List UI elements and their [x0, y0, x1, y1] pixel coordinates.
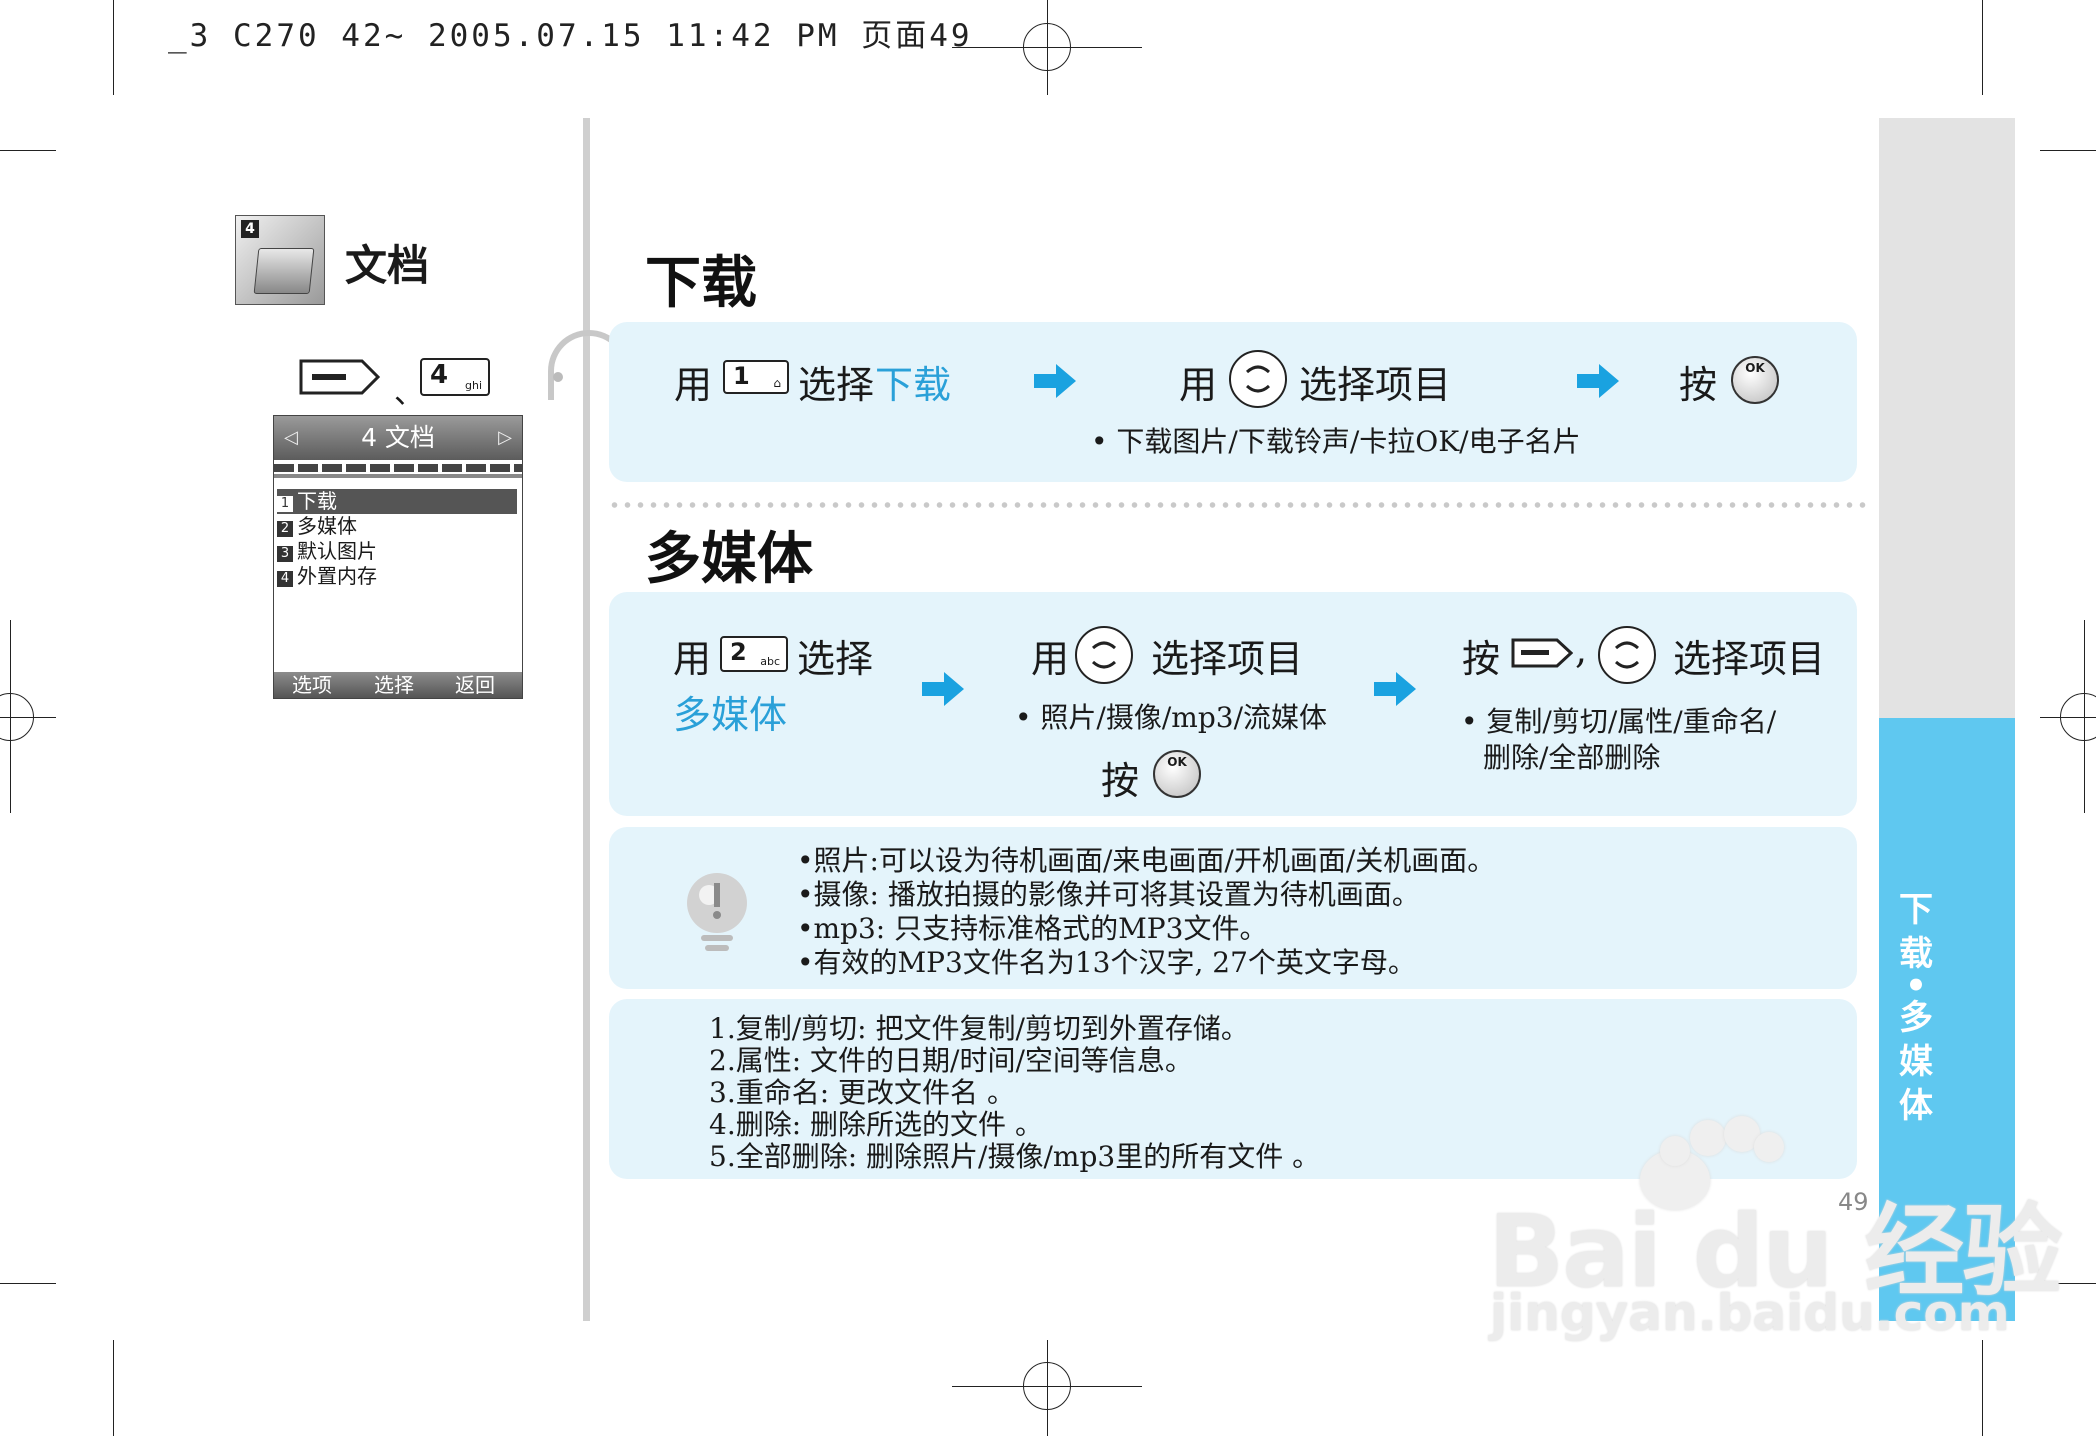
side-tab-label: 下 载 • 多 媒 体 [1899, 890, 1933, 1126]
mm-step2-bullet: • 照片/摄像/mp3/流媒体 [1015, 701, 1328, 734]
download-step1-use: 用 [674, 363, 713, 407]
left-softkey-icon [1511, 638, 1573, 668]
right-arrow-icon[interactable]: ▷ [498, 416, 512, 460]
mm-step2-text: 选择项目 [1151, 637, 1304, 681]
phone-menu-item[interactable]: 4 外置内存 [277, 564, 517, 589]
mm-step3-press: 按 [1462, 637, 1501, 681]
key-1-icon: 1 ⌂ [723, 360, 789, 394]
multimedia-steps-panel: 用 2 abc 选择 多媒体 用 选择项目 • 照片/摄像/mp3/流媒体 按 … [609, 592, 1857, 816]
download-step2-text: 选择项目 [1299, 363, 1452, 407]
phone-softkey-bar: 选项 选择 返回 [274, 672, 522, 698]
navigation-key-icon [1075, 626, 1133, 684]
key-4-icon: 4 ghi [420, 358, 490, 396]
side-tab-top [1879, 118, 2015, 718]
multimedia-title: 多媒体 [645, 527, 813, 592]
left-softkey-icon [299, 359, 381, 395]
phone-menu-item[interactable]: 1 下载 [277, 489, 517, 514]
ok-key-icon: OK [1153, 750, 1201, 798]
arrow-right-icon [1374, 672, 1416, 706]
documents-folder-icon: 4 [235, 215, 325, 305]
arrow-right-icon [922, 672, 964, 706]
download-steps-panel: 用 1 ⌂ 选择 下载 用 选择项目 按 OK • 下载图片/下载铃声/卡拉OK… [609, 322, 1857, 482]
download-title: 下载 [645, 251, 757, 316]
mm-step1-target: 多媒体 [673, 693, 788, 737]
mm-step2-use: 用 [1031, 637, 1070, 681]
arrow-right-icon [1034, 364, 1076, 398]
dotted-divider [608, 502, 1872, 508]
download-step1-target: 下载 [875, 363, 952, 407]
column-divider [583, 118, 590, 1321]
lightbulb-tip-icon [687, 873, 747, 951]
phone-screen: ◁ 4 文档 ▷ 1 下载 2 多媒体 3 默认图片 4 外置内存 选项 选择 返回 [273, 415, 523, 699]
mm-step1-select: 选择 [797, 637, 874, 681]
left-arrow-icon[interactable]: ◁ [284, 416, 298, 460]
softkey-select[interactable]: 选择 [374, 672, 414, 698]
notes-panel: •照片:可以设为待机画面/来电画面/开机画面/关机画面。 •摄像: 播放拍摄的影… [609, 827, 1857, 989]
mm-step3-bullet-cont: 删除/全部删除 [1483, 741, 1661, 774]
definition-item: 5.全部删除: 删除照片/摄像/mp3里的所有文件 。 [709, 1140, 1321, 1173]
navigation-key-icon [1229, 350, 1287, 408]
download-step2-use: 用 [1179, 363, 1218, 407]
note-item: •有效的MP3文件名为13个汉字, 27个英文字母。 [797, 946, 1416, 979]
print-header: _3 C270 42~ 2005.07.15 11:42 PM 页面49 [168, 18, 973, 54]
phone-header: ◁ 4 文档 ▷ [274, 416, 522, 460]
mm-step3-comma: , [1575, 628, 1588, 672]
mm-step3-text: 选择项目 [1673, 637, 1826, 681]
download-bullet: • 下载图片/下载铃声/卡拉OK/电子名片 [1091, 425, 1581, 458]
mm-step1-use: 用 [673, 637, 712, 681]
phone-menu-item[interactable]: 2 多媒体 [277, 514, 517, 539]
key-2-icon: 2 abc [720, 636, 788, 672]
arrow-right-icon [1577, 364, 1619, 398]
mm-step2-press: 按 [1101, 759, 1140, 803]
download-step1-select: 选择 [798, 363, 875, 407]
softkey-options[interactable]: 选项 [292, 672, 332, 698]
phone-menu-item[interactable]: 3 默认图片 [277, 539, 517, 564]
watermark-url: jingyan.baidu.com [1490, 1284, 2010, 1342]
navigation-key-icon [1598, 626, 1656, 684]
download-step3-press: 按 [1679, 363, 1718, 407]
softkey-back[interactable]: 返回 [455, 672, 495, 698]
ok-key-icon: OK [1731, 356, 1779, 404]
menu-title: 文档 [345, 241, 430, 290]
icon-number: 4 [241, 220, 259, 238]
mm-step3-bullet: • 复制/剪切/属性/重命名/ [1461, 705, 1777, 738]
